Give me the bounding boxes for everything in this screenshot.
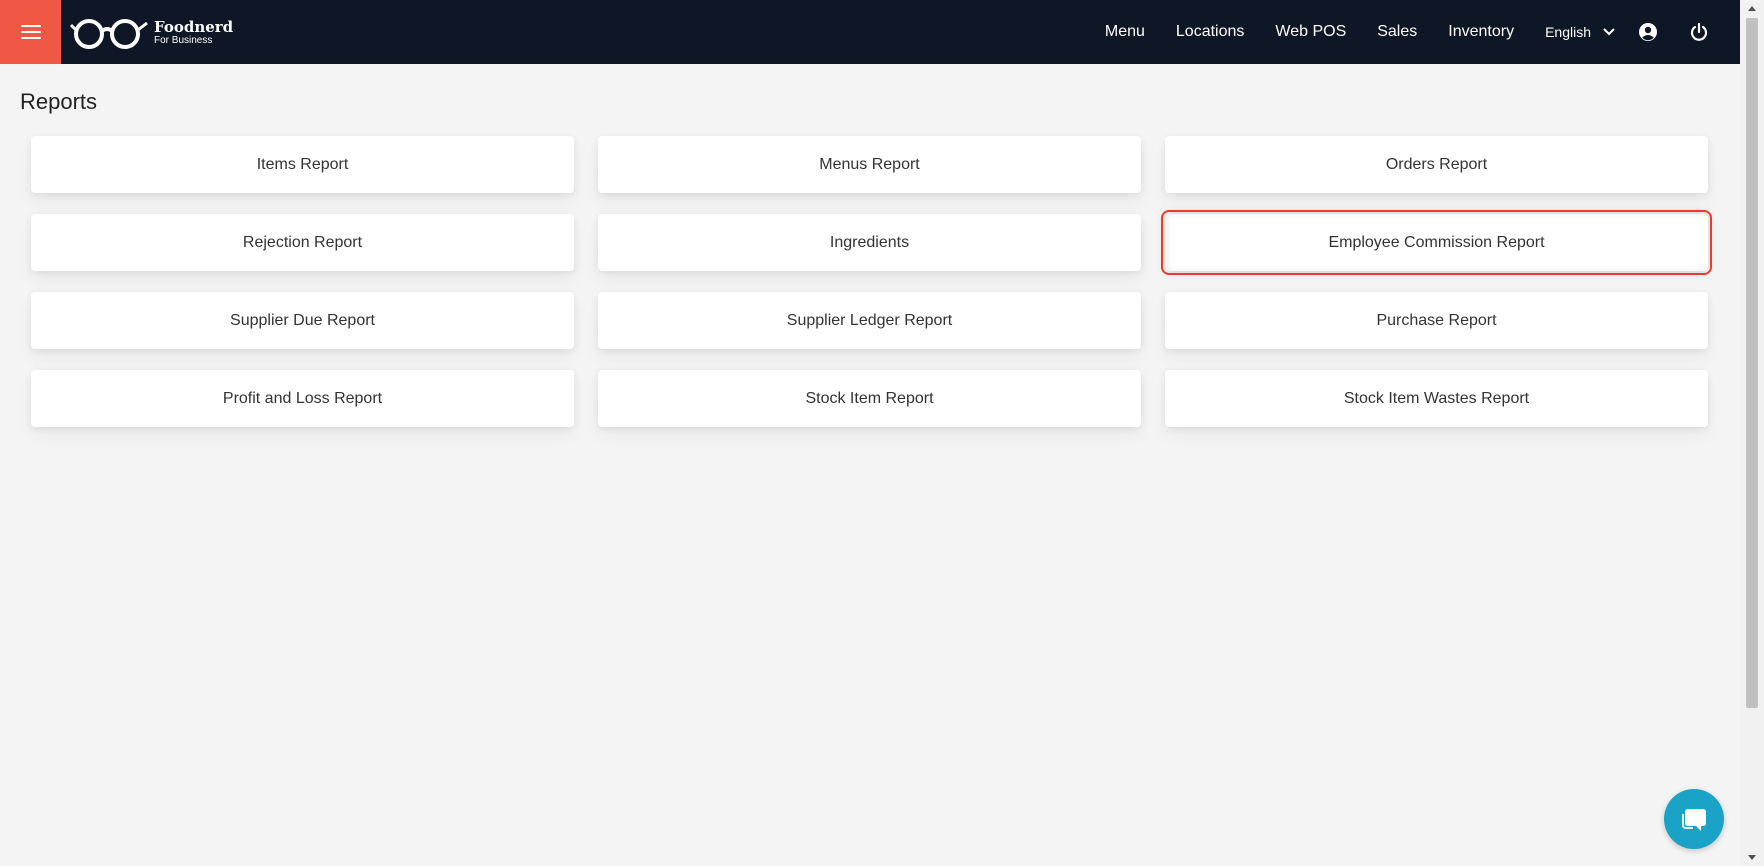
report-card-employee-commission[interactable]: Employee Commission Report (1161, 210, 1712, 275)
nav-item-menu[interactable]: Menu (1105, 23, 1145, 41)
report-card-rejection[interactable]: Rejection Report (31, 214, 574, 271)
brand-subtitle: For Business (154, 35, 213, 46)
chevron-down-icon (1603, 28, 1615, 36)
language-select[interactable]: English (1545, 24, 1615, 40)
report-card-stock-item[interactable]: Stock Item Report (598, 370, 1141, 427)
brand-name: Foodnerd (154, 18, 234, 36)
scroll-down-arrow-icon[interactable] (1740, 849, 1764, 866)
report-card-supplier-due[interactable]: Supplier Due Report (31, 292, 574, 349)
chat-icon (1682, 809, 1706, 831)
nav-item-sales[interactable]: Sales (1377, 23, 1417, 41)
logout-button[interactable] (1688, 21, 1710, 43)
page-title: Reports (20, 89, 98, 114)
vertical-scrollbar[interactable] (1740, 0, 1764, 866)
brand-logo[interactable]: Foodnerd For Business (70, 16, 233, 50)
nav-item-inventory[interactable]: Inventory (1448, 23, 1514, 41)
reports-grid: Items Report Menus Report Orders Report … (31, 136, 1712, 427)
report-card-profit-and-loss[interactable]: Profit and Loss Report (31, 370, 574, 427)
chat-widget-button[interactable] (1664, 789, 1724, 849)
top-navbar: Foodnerd For Business Menu Locations Web… (0, 0, 1740, 64)
report-card-supplier-ledger[interactable]: Supplier Ledger Report (598, 292, 1141, 349)
scroll-up-arrow-icon[interactable] (1740, 0, 1764, 17)
nav-item-web-pos[interactable]: Web POS (1275, 23, 1346, 41)
report-card-ingredients[interactable]: Ingredients (598, 214, 1141, 271)
language-label: English (1545, 24, 1591, 40)
report-card-orders[interactable]: Orders Report (1165, 136, 1708, 193)
power-icon (1690, 22, 1708, 41)
report-card-purchase[interactable]: Purchase Report (1165, 292, 1708, 349)
glasses-icon (70, 19, 148, 49)
scrollbar-thumb[interactable] (1746, 18, 1758, 708)
report-card-stock-item-wastes[interactable]: Stock Item Wastes Report (1165, 370, 1708, 427)
nav-item-locations[interactable]: Locations (1176, 23, 1245, 41)
hamburger-menu-button[interactable] (0, 0, 61, 64)
user-circle-icon (1639, 23, 1657, 41)
user-account-button[interactable] (1637, 21, 1659, 43)
main-nav: Menu Locations Web POS Sales Inventory E… (1105, 0, 1740, 64)
report-card-items[interactable]: Items Report (31, 136, 574, 193)
report-card-menus[interactable]: Menus Report (598, 136, 1141, 193)
hamburger-menu-icon (20, 25, 41, 39)
